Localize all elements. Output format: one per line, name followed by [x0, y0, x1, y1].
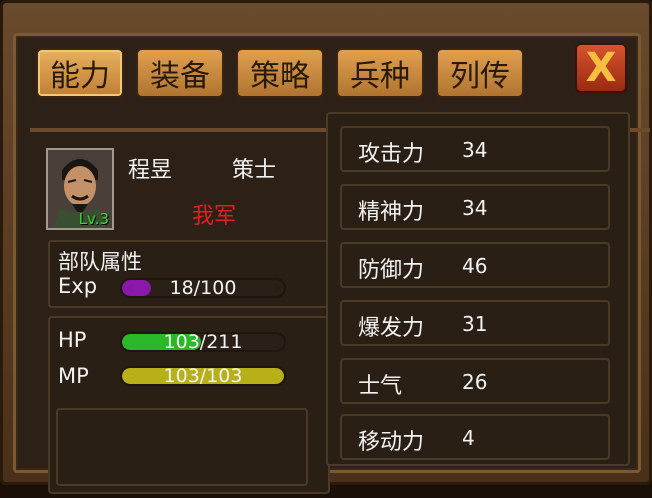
- exp-bar: 18/100: [120, 278, 286, 298]
- stat-spirit-label: 精神力: [358, 200, 425, 225]
- stat-burst: 爆发力 31: [340, 300, 610, 346]
- tab-equipment[interactable]: 装备: [136, 48, 224, 98]
- hp-value: 103/211: [163, 332, 243, 352]
- stat-attack-value: 34: [462, 138, 488, 162]
- stat-defense-label: 防御力: [358, 258, 425, 283]
- tab-troop-type[interactable]: 兵种: [336, 48, 424, 98]
- stats-panel: 攻击力 34 精神力 34 防御力 46 爆发力 31 士气 26 移动力 4: [326, 112, 630, 466]
- mp-bar: 103/103: [120, 366, 286, 386]
- tab-biography[interactable]: 列传: [436, 48, 524, 98]
- stat-defense: 防御力 46: [340, 242, 610, 288]
- stat-morale: 士气 26: [340, 358, 610, 404]
- stat-morale-label: 士气: [358, 374, 403, 399]
- stat-movement-value: 4: [462, 426, 475, 450]
- stat-movement-label: 移动力: [358, 430, 425, 455]
- troop-attributes-box: 部队属性 Exp 18/100: [48, 240, 330, 308]
- stat-attack: 攻击力 34: [340, 126, 610, 172]
- character-class: 策士: [232, 158, 277, 183]
- stat-burst-label: 爆发力: [358, 316, 425, 341]
- character-name: 程昱: [128, 158, 173, 183]
- character-portrait: Lv.3: [46, 148, 114, 230]
- empty-slot-box: [56, 408, 308, 486]
- character-window: 能力 装备 策略 兵种 列传 Lv.3 程昱 策士 我军 部队属性 Exp 18…: [0, 0, 652, 494]
- army-status: 我军: [192, 204, 237, 229]
- exp-value: 18/100: [169, 278, 237, 298]
- stat-movement: 移动力 4: [340, 414, 610, 460]
- troop-attributes-title: 部队属性: [58, 250, 142, 274]
- stat-spirit-value: 34: [462, 196, 488, 220]
- close-icon: X: [585, 45, 617, 91]
- close-button[interactable]: X: [575, 43, 627, 93]
- mp-value: 103/103: [163, 366, 243, 386]
- status-box: HP 103/211 MP 103/103: [48, 316, 330, 494]
- mp-label: MP: [58, 364, 89, 388]
- tab-ability[interactable]: 能力: [36, 48, 124, 98]
- tab-strategy[interactable]: 策略: [236, 48, 324, 98]
- stat-spirit: 精神力 34: [340, 184, 610, 230]
- level-badge: Lv.3: [78, 210, 109, 228]
- content-panel: 能力 装备 策略 兵种 列传 Lv.3 程昱 策士 我军 部队属性 Exp 18…: [13, 33, 650, 494]
- stat-defense-value: 46: [462, 254, 488, 278]
- exp-label: Exp: [58, 274, 98, 298]
- stat-attack-label: 攻击力: [358, 142, 425, 167]
- stat-burst-value: 31: [462, 312, 488, 336]
- character-info-panel: Lv.3 程昱 策士 我军 部队属性 Exp 18/100 HP 103/211: [38, 136, 338, 498]
- stat-morale-value: 26: [462, 370, 488, 394]
- hp-bar: 103/211: [120, 332, 286, 352]
- hp-label: HP: [58, 328, 87, 352]
